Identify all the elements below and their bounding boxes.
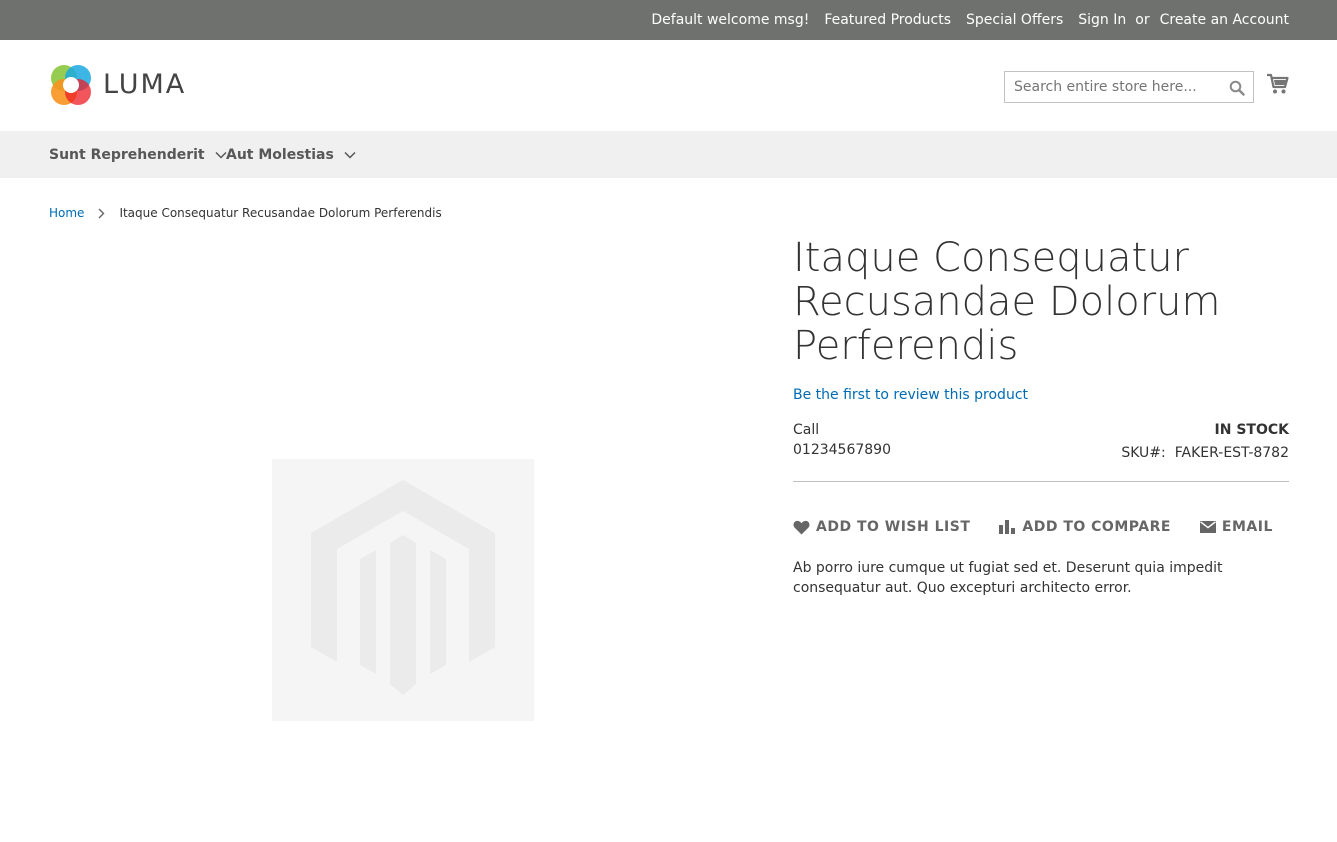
top-links: Default welcome msg! Featured Products S… xyxy=(651,0,1289,40)
add-to-wishlist-label: ADD TO WISH LIST xyxy=(816,519,971,535)
add-to-wishlist-button[interactable]: ADD TO WISH LIST xyxy=(793,519,970,535)
search-input[interactable] xyxy=(1005,72,1220,102)
chevron-right-icon xyxy=(98,208,105,219)
sign-in-link[interactable]: Sign In xyxy=(1078,12,1126,28)
search-box xyxy=(1004,71,1254,103)
sku-value: FAKER-EST-8782 xyxy=(1174,445,1289,461)
special-offers-link[interactable]: Special Offers xyxy=(966,12,1063,28)
stock-status: In stock xyxy=(1214,422,1289,438)
featured-products-link[interactable]: Featured Products xyxy=(824,12,951,28)
logo[interactable]: LUMA xyxy=(49,62,195,107)
add-to-compare-label: ADD TO COMPARE xyxy=(1022,519,1171,535)
main-navigation: Sunt Reprehenderit Aut Molestias xyxy=(0,131,1337,178)
breadcrumb: Home Itaque Consequatur Recusandae Dolor… xyxy=(49,204,442,222)
email-label: EMAIL xyxy=(1221,519,1273,535)
or-text: or xyxy=(1135,12,1150,28)
sku: SKU#: FAKER-EST-8782 xyxy=(1121,445,1289,461)
envelope-icon xyxy=(1199,521,1216,533)
product-title: Itaque Consequatur Recusandae Dolorum Pe… xyxy=(793,235,1221,369)
bar-chart-icon xyxy=(999,520,1016,534)
welcome-message: Default welcome msg! xyxy=(651,12,810,28)
phone-number: 01234567890 xyxy=(793,442,891,458)
cart-icon xyxy=(1267,73,1289,94)
product-actions: ADD TO WISH LIST ADD TO COMPARE EMAIL xyxy=(793,517,1273,537)
luma-logo-icon xyxy=(51,64,91,105)
chevron-down-icon xyxy=(344,151,356,159)
breadcrumb-home-link[interactable]: Home xyxy=(49,206,84,220)
cart-button[interactable] xyxy=(1266,72,1292,98)
heart-icon xyxy=(793,520,810,535)
sku-label: SKU#: xyxy=(1121,445,1166,461)
breadcrumb-current: Itaque Consequatur Recusandae Dolorum Pe… xyxy=(119,206,442,220)
add-to-compare-button[interactable]: ADD TO COMPARE xyxy=(999,519,1171,535)
nav-item-sunt-reprehenderit[interactable]: Sunt Reprehenderit xyxy=(49,131,227,178)
nav-item-aut-molestias[interactable]: Aut Molestias xyxy=(226,131,356,178)
review-link[interactable]: Be the first to review this product xyxy=(793,387,1028,403)
call-label: Call xyxy=(793,422,820,438)
divider xyxy=(793,481,1289,482)
chevron-down-icon xyxy=(215,151,227,159)
logo-text: LUMA xyxy=(103,69,187,100)
product-description: Ab porro iure cumque ut fugiat sed et. D… xyxy=(793,560,1223,596)
magento-placeholder-icon xyxy=(311,480,495,695)
product-image-placeholder[interactable] xyxy=(272,459,534,721)
top-panel: Default welcome msg! Featured Products S… xyxy=(0,0,1337,40)
search-icon xyxy=(1229,80,1245,96)
email-button[interactable]: EMAIL xyxy=(1199,519,1273,535)
search-button[interactable] xyxy=(1227,78,1247,98)
create-account-link[interactable]: Create an Account xyxy=(1160,12,1289,28)
nav-item-label: Aut Molestias xyxy=(226,146,334,163)
nav-item-label: Sunt Reprehenderit xyxy=(49,146,205,163)
